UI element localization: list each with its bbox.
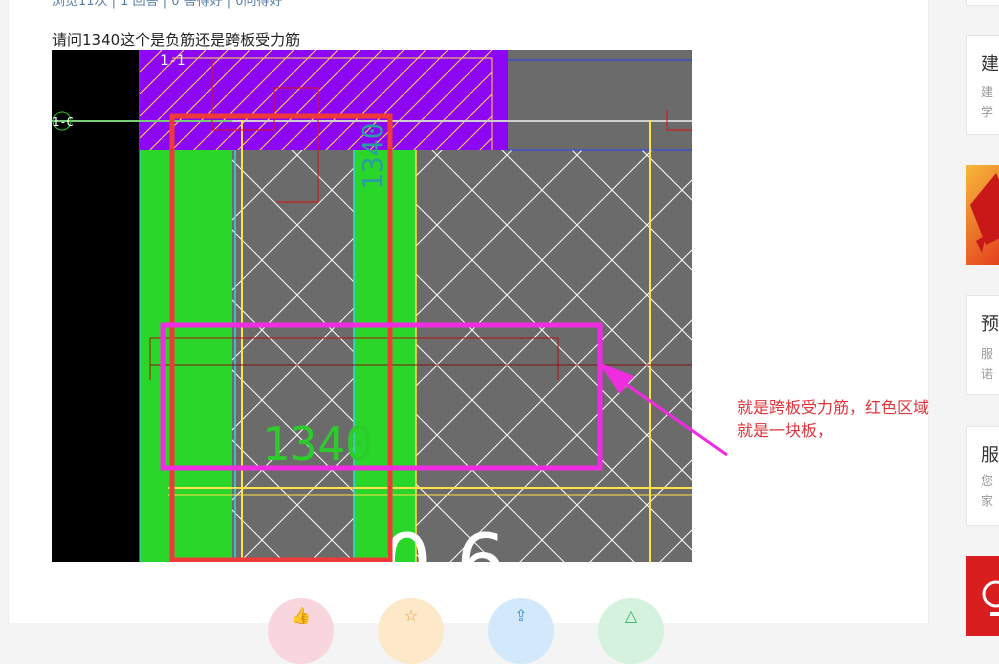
sidebar-card-text: 诺 xyxy=(981,367,994,381)
sidebar-card-text: 学 xyxy=(981,105,994,119)
sidebar-card-title: 建 xyxy=(981,54,999,75)
cad-screenshot: 1-C 1-1 1340 1340 0.6 xyxy=(52,50,692,562)
sidebar-card-title: 预 xyxy=(981,314,999,335)
up-icon: △ xyxy=(624,606,638,625)
annotation-arrow xyxy=(598,362,728,457)
sidebar-card-title: 服 xyxy=(981,445,999,466)
sidebar-card-text: 家 xyxy=(981,494,994,508)
dimension-vertical: 1340 xyxy=(356,123,389,190)
question-title: 请问1340这个是负筋还是跨板受力筋 xyxy=(52,31,301,49)
dimension-horizontal: 1340 xyxy=(262,417,373,471)
axis-label: 1-C xyxy=(52,115,74,129)
action-bar: 👍 ☆ ⇪ △ xyxy=(268,598,688,664)
cad-drawing: 1-C 1-1 1340 1340 0.6 xyxy=(52,50,692,562)
sidebar-ad-banner[interactable] xyxy=(966,165,999,265)
favorite-button[interactable]: ☆ xyxy=(378,598,444,664)
star-icon: ☆ xyxy=(403,606,419,625)
brand-logo-icon xyxy=(982,580,999,616)
elevation-text: 0.6 xyxy=(382,519,506,562)
annotation-line-1: 就是跨板受力筋，红色区域 xyxy=(737,398,930,417)
sidebar-card-3[interactable]: 服 您 家 xyxy=(966,426,999,526)
answer-annotation: 就是跨板受力筋，红色区域 就是一块板， xyxy=(737,396,929,442)
annotation-line-2: 就是一块板， xyxy=(737,421,834,440)
share-button[interactable]: ⇪ xyxy=(488,598,554,664)
post-meta: 浏览11次 | 1 回答 | 0 答得好 | 0问得好 xyxy=(52,0,283,9)
sidebar-ad-banner-2[interactable] xyxy=(966,556,999,636)
share-icon: ⇪ xyxy=(514,606,528,625)
more-button[interactable]: △ xyxy=(598,598,664,664)
sidebar-card-text: 您 xyxy=(981,474,994,488)
sidebar-card-2[interactable]: 预 服 诺 xyxy=(966,295,999,395)
banner-graphic-icon xyxy=(970,173,999,253)
like-button[interactable]: 👍 xyxy=(268,598,334,664)
thumb-up-icon: 👍 xyxy=(291,606,311,625)
sidebar-card-text: 服 xyxy=(981,347,994,361)
sidebar-card-top xyxy=(966,0,999,6)
sidebar-card-1[interactable]: 建 建 学 xyxy=(966,35,999,135)
sidebar-card-text: 建 xyxy=(981,85,994,99)
section-label: 1-1 xyxy=(160,53,185,69)
